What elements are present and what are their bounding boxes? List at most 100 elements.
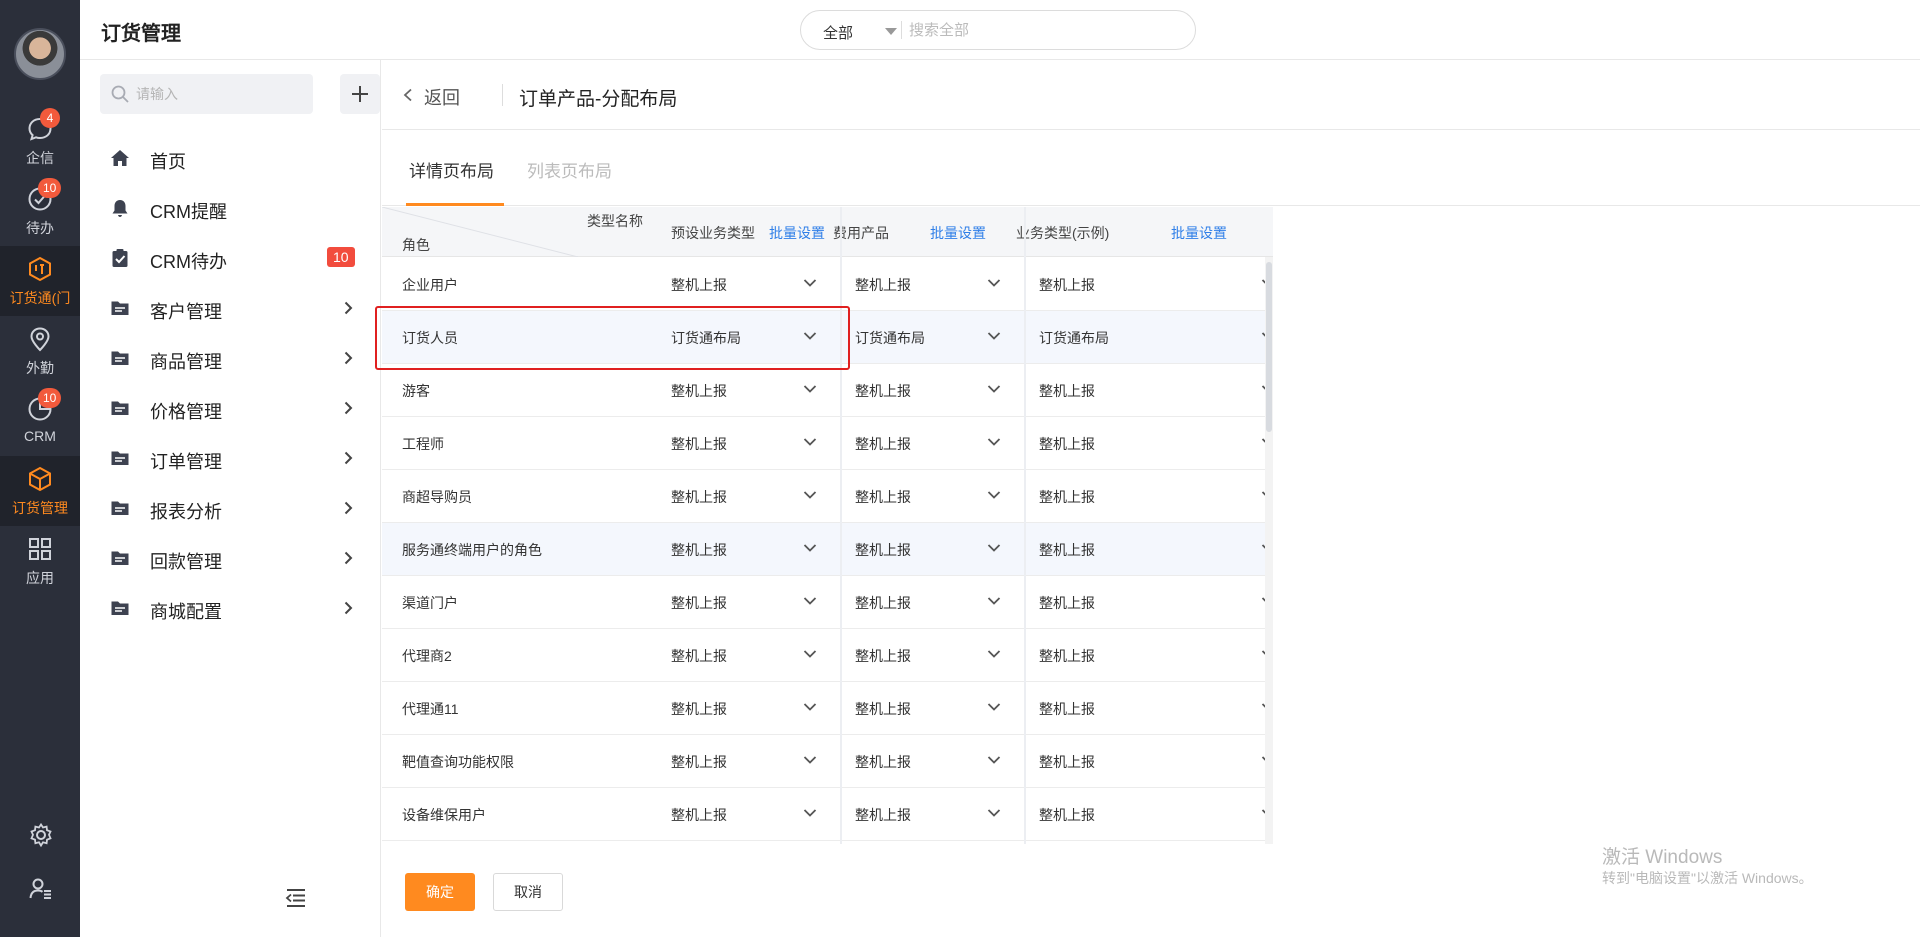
tab-detail-layout[interactable]: 详情页布局 — [409, 157, 494, 182]
tab-list-layout[interactable]: 列表页布局 — [527, 157, 612, 182]
folder-icon — [111, 351, 129, 365]
layout-select[interactable]: 整机上报 — [659, 470, 821, 522]
chevron-down-icon — [987, 385, 1001, 393]
cube-icon — [29, 466, 51, 492]
sidebar-item-crm-todo[interactable]: CRM待办 10 — [80, 233, 381, 283]
sidebar-item-customer[interactable]: 客户管理 — [80, 283, 381, 333]
sidebar-item-mall-config[interactable]: 商城配置 — [80, 583, 381, 633]
layout-select-value: 整机上报 — [671, 754, 727, 770]
role-name-cell: 渠道门户 — [402, 595, 458, 611]
rail-item-label: 订货通(门 — [9, 290, 71, 306]
settings-gear-icon[interactable] — [28, 822, 54, 848]
layout-select[interactable]: 整机上报 — [1027, 788, 1273, 840]
apps-grid-icon — [29, 538, 51, 560]
table-row: 游客 整机上报 整机上报 整机上报 — [382, 364, 1273, 417]
role-name-cell: 服务通终端用户的角色 — [402, 542, 542, 558]
folder-icon — [111, 451, 129, 465]
layout-select[interactable]: 订货通布局 — [1027, 311, 1273, 363]
sidebar-item-payment[interactable]: 回款管理 — [80, 533, 381, 583]
activation-watermark-subtitle: 转到"电脑设置"以激活 Windows。 — [1602, 870, 1813, 886]
avatar[interactable] — [14, 28, 66, 80]
add-button[interactable] — [340, 74, 380, 114]
layout-select-value: 整机上报 — [671, 542, 727, 558]
layout-select[interactable]: 整机上报 — [1027, 364, 1273, 416]
layout-select[interactable]: 整机上报 — [1027, 576, 1273, 628]
layout-select-value: 整机上报 — [855, 383, 911, 399]
cancel-button[interactable]: 取消 — [493, 873, 563, 911]
todo-count-badge: 10 — [327, 247, 355, 267]
layout-select[interactable]: 整机上报 — [659, 417, 821, 469]
folder-icon — [111, 401, 129, 415]
layout-select[interactable]: 整机上报 — [659, 788, 821, 840]
confirm-button[interactable]: 确定 — [405, 873, 475, 911]
layout-select[interactable]: 整机上报 — [843, 523, 1005, 575]
layout-select[interactable]: 整机上报 — [659, 735, 821, 787]
layout-select[interactable]: 整机上报 — [659, 576, 821, 628]
layout-select[interactable]: 整机上报 — [1027, 629, 1273, 681]
user-profile-icon[interactable] — [28, 876, 54, 902]
layout-select[interactable]: 整机上报 — [1027, 470, 1273, 522]
search-scope-select[interactable]: 全部 — [823, 22, 853, 43]
rail-item-crm[interactable]: 10 CRM — [0, 386, 80, 456]
global-search-input[interactable] — [909, 17, 1179, 43]
batch-set-link[interactable]: 批量设置 — [1171, 223, 1227, 243]
rail-item-todo[interactable]: 10 待办 — [0, 176, 80, 246]
layout-select[interactable]: 整机上报 — [843, 470, 1005, 522]
batch-set-link[interactable]: 批量设置 — [769, 223, 825, 243]
chevron-down-icon — [987, 279, 1001, 287]
layout-select[interactable]: 整机上报 — [659, 523, 821, 575]
sidebar-item-price[interactable]: 价格管理 — [80, 383, 381, 433]
layout-select[interactable]: 整机上报 — [1027, 523, 1273, 575]
layout-select[interactable]: 整机上报 — [843, 364, 1005, 416]
chevron-down-icon — [803, 650, 817, 658]
role-name-cell: 商超导购员 — [402, 489, 472, 505]
caret-down-icon[interactable] — [885, 28, 897, 35]
sidebar-item-label: 商城配置 — [150, 602, 222, 622]
sidebar-item-product[interactable]: 商品管理 — [80, 333, 381, 383]
layout-select[interactable]: 整机上报 — [1027, 258, 1273, 310]
layout-select[interactable]: 整机上报 — [843, 735, 1005, 787]
rail-item-apps[interactable]: 应用 — [0, 526, 80, 596]
layout-select[interactable]: 整机上报 — [843, 788, 1005, 840]
collapse-sidebar-icon[interactable] — [285, 888, 307, 908]
layout-select-value: 整机上报 — [671, 595, 727, 611]
chevron-right-icon — [344, 301, 353, 315]
rail-item-label: 应用 — [26, 570, 54, 586]
rail-item-chat[interactable]: 4 企信 — [0, 106, 80, 176]
global-search: 全部 — [800, 10, 1196, 50]
layout-select[interactable]: 整机上报 — [843, 629, 1005, 681]
layout-select[interactable]: 整机上报 — [843, 258, 1005, 310]
chevron-down-icon — [987, 756, 1001, 764]
layout-select[interactable]: 整机上报 — [659, 682, 821, 734]
rail-item-order-portal[interactable]: 订货通(门 — [0, 246, 80, 316]
layout-select[interactable]: 订货通布局 — [843, 311, 1005, 363]
layout-select[interactable]: 整机上报 — [843, 576, 1005, 628]
sidebar-item-order[interactable]: 订单管理 — [80, 433, 381, 483]
rail-item-label: 待办 — [26, 220, 54, 236]
layout-select[interactable]: 整机上报 — [659, 629, 821, 681]
rail-item-order-management[interactable]: 订货管理 — [0, 456, 80, 526]
table-scrollbar-thumb[interactable] — [1266, 262, 1272, 432]
layout-select[interactable]: 整机上报 — [659, 364, 821, 416]
home-icon — [111, 150, 129, 166]
layout-select[interactable]: 整机上报 — [1027, 682, 1273, 734]
rail-item-field[interactable]: 外勤 — [0, 316, 80, 386]
column-separator — [1024, 207, 1026, 844]
layout-select[interactable]: 整机上报 — [659, 258, 821, 310]
sidebar-item-crm-reminder[interactable]: CRM提醒 — [80, 183, 381, 233]
layout-select[interactable]: 整机上报 — [1027, 417, 1273, 469]
sidebar-item-home[interactable]: 首页 — [80, 133, 381, 183]
layout-select[interactable]: 整机上报 — [1027, 735, 1273, 787]
sidebar-search-input[interactable] — [136, 81, 306, 107]
layout-select[interactable]: 整机上报 — [843, 682, 1005, 734]
batch-set-link[interactable]: 批量设置 — [930, 223, 986, 243]
layout-select-value: 整机上报 — [855, 595, 911, 611]
layout-select[interactable]: 订货通布局 — [659, 311, 821, 363]
layout-select-value: 整机上报 — [855, 754, 911, 770]
top-header: 订货管理 全部 — [80, 0, 1920, 60]
chevron-down-icon — [987, 703, 1001, 711]
layout-select[interactable]: 整机上报 — [843, 417, 1005, 469]
layout-select-value: 整机上报 — [1039, 595, 1095, 611]
layout-select-value: 整机上报 — [1039, 383, 1095, 399]
sidebar-item-report[interactable]: 报表分析 — [80, 483, 381, 533]
